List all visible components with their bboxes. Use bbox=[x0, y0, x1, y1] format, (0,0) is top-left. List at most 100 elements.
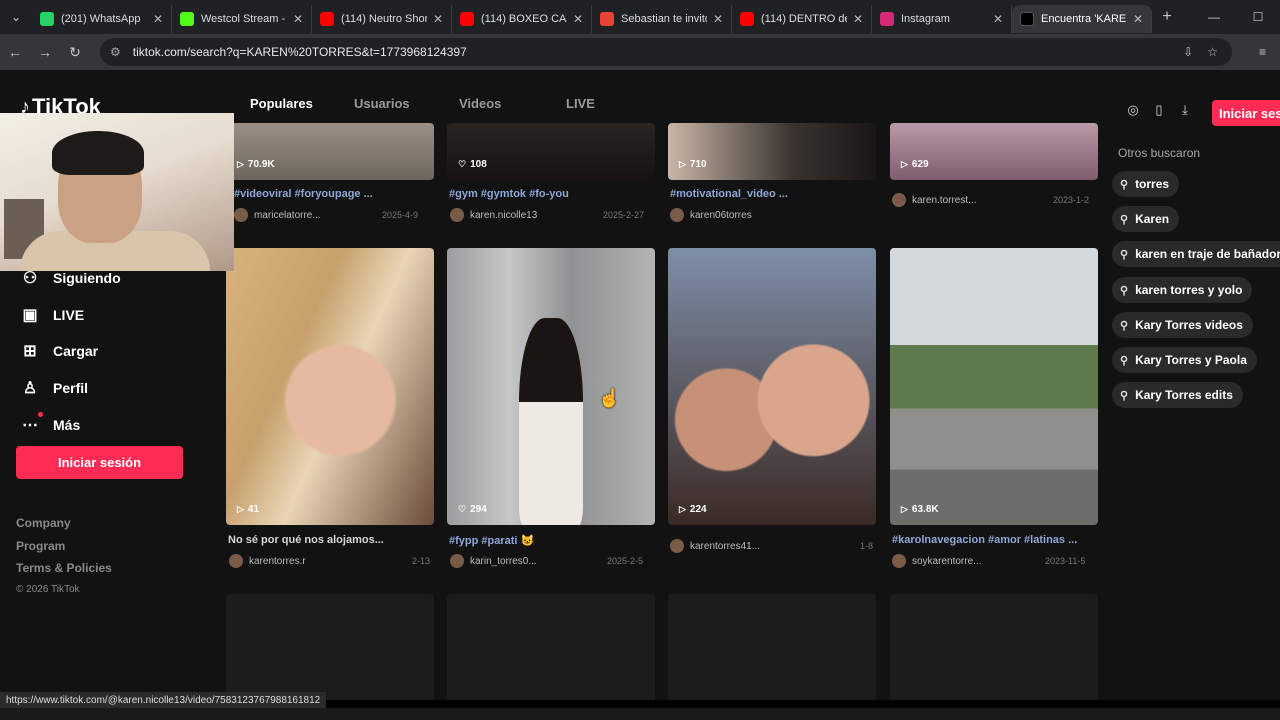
close-tab-icon[interactable]: ✕ bbox=[573, 12, 583, 26]
related-search-chip[interactable]: ⚲ Karen bbox=[1112, 206, 1180, 232]
view-count: ♡ 294 bbox=[458, 504, 487, 515]
maximize-icon[interactable]: ☐ bbox=[1236, 10, 1280, 24]
close-tab-icon[interactable]: ✕ bbox=[153, 12, 163, 26]
browser-tab[interactable]: Instagram ✕ bbox=[872, 5, 1012, 33]
video-caption[interactable]: No sé por qué nos alojamos... bbox=[228, 534, 428, 546]
video-date: 2025-4-9 bbox=[382, 210, 419, 220]
browser-tab-active[interactable]: Encuentra 'KAREN ✕ bbox=[1012, 5, 1152, 33]
avatar bbox=[670, 539, 684, 553]
related-search-chip[interactable]: ⚲ karen torres y yolo bbox=[1112, 277, 1253, 303]
tab-usuarios[interactable]: Usuarios bbox=[354, 96, 459, 111]
minimize-icon[interactable]: — bbox=[1192, 10, 1236, 24]
site-info-icon[interactable]: ⚙ bbox=[110, 45, 121, 59]
heart-icon: ♡ bbox=[458, 504, 467, 514]
video-author[interactable]: soykarentorre... bbox=[892, 554, 981, 568]
video-caption[interactable]: #gym #gymtok #fo-you bbox=[449, 188, 649, 200]
forward-icon[interactable]: → bbox=[30, 44, 60, 60]
browser-tab-bar: ⌄ (201) WhatsApp ✕ Westcol Stream - ✕ (11… bbox=[0, 0, 1280, 34]
bookmark-star-icon[interactable]: ☆ bbox=[1207, 45, 1218, 59]
related-search-chip[interactable]: ⚲ Kary Torres edits bbox=[1112, 382, 1243, 408]
avatar bbox=[450, 554, 464, 568]
video-thumbnail[interactable] bbox=[447, 248, 655, 525]
video-thumbnail[interactable] bbox=[668, 123, 876, 180]
nav-cargar[interactable]: ⊞ Cargar bbox=[0, 333, 210, 370]
os-taskbar bbox=[0, 708, 1280, 720]
view-count: ▷ 224 bbox=[679, 504, 707, 515]
reload-icon[interactable]: ↻ bbox=[60, 44, 90, 61]
video-caption[interactable]: #karolnavegacion #amor #latinas ... bbox=[892, 534, 1092, 546]
avatar bbox=[670, 208, 684, 222]
avatar bbox=[892, 193, 906, 207]
kick-icon bbox=[180, 12, 194, 26]
back-icon[interactable]: ← bbox=[0, 44, 30, 60]
coin-icon[interactable]: ◎ bbox=[1120, 102, 1146, 118]
browser-tab[interactable]: (114) DENTRO de ✕ bbox=[732, 5, 872, 33]
profile-icon: ♙ bbox=[22, 380, 38, 398]
close-tab-icon[interactable]: ✕ bbox=[713, 12, 723, 26]
url-text[interactable]: tiktok.com/search?q=KAREN%20TORRES&t=177… bbox=[133, 45, 1183, 59]
search-icon: ⚲ bbox=[1120, 248, 1129, 261]
video-thumbnail[interactable] bbox=[447, 123, 655, 180]
extensions-icon[interactable]: ≡ bbox=[1259, 45, 1266, 59]
gmail-icon bbox=[600, 12, 614, 26]
youtube-icon bbox=[460, 12, 474, 26]
view-count: ▷ 70.9K bbox=[237, 159, 275, 170]
video-author[interactable]: karen.nicolle13 bbox=[450, 208, 537, 222]
video-thumbnail[interactable] bbox=[226, 248, 434, 525]
header-login-button[interactable]: Iniciar sesión bbox=[1212, 100, 1280, 126]
browser-tab[interactable]: (114) BOXEO CAL ✕ bbox=[452, 5, 592, 33]
video-caption[interactable]: #motivational_video ... bbox=[670, 188, 870, 200]
side-nav: ⚇ Siguiendo ▣ LIVE ⊞ Cargar ♙ Perfil ⋯ Más bbox=[0, 260, 210, 443]
download-icon[interactable]: ⤓ bbox=[1172, 102, 1198, 118]
url-field[interactable]: ⚙ tiktok.com/search?q=KAREN%20TORRES&t=1… bbox=[100, 38, 1232, 66]
view-count: ▷ 629 bbox=[901, 159, 929, 170]
tab-videos[interactable]: Videos bbox=[459, 96, 566, 111]
install-app-icon[interactable]: ⇩ bbox=[1183, 45, 1193, 59]
video-author[interactable]: karen06torres bbox=[670, 208, 752, 222]
video-thumbnail[interactable] bbox=[226, 123, 434, 180]
video-thumbnail[interactable] bbox=[890, 123, 1098, 180]
tab-live[interactable]: LIVE bbox=[566, 96, 595, 111]
related-search-chip[interactable]: ⚲ karen en traje de bañador bbox=[1112, 241, 1280, 267]
nav-perfil[interactable]: ♙ Perfil bbox=[0, 370, 210, 407]
browser-tab[interactable]: (114) Neutro Shor ✕ bbox=[312, 5, 452, 33]
video-author[interactable]: maricelatorre... bbox=[234, 208, 321, 222]
video-author[interactable]: karen.torrest... bbox=[892, 193, 976, 207]
close-tab-icon[interactable]: ✕ bbox=[993, 12, 1003, 26]
close-tab-icon[interactable]: ✕ bbox=[433, 12, 443, 26]
related-search-chip[interactable]: ⚲ torres bbox=[1112, 171, 1180, 197]
new-tab-button[interactable]: + bbox=[1152, 8, 1182, 26]
video-thumbnail[interactable] bbox=[668, 248, 876, 525]
close-tab-icon[interactable]: ✕ bbox=[1133, 12, 1143, 26]
video-author[interactable]: karentorres.r bbox=[229, 554, 306, 568]
video-placeholder bbox=[226, 594, 434, 700]
video-date: 2023-11-5 bbox=[1045, 556, 1086, 566]
footer-program[interactable]: Program bbox=[16, 539, 112, 562]
footer-company[interactable]: Company bbox=[16, 516, 112, 539]
video-caption[interactable]: #videoviral #foryoupage ... bbox=[234, 188, 434, 200]
video-thumbnail[interactable] bbox=[890, 248, 1098, 525]
mobile-app-icon[interactable]: ▯ bbox=[1146, 102, 1172, 118]
footer-terms[interactable]: Terms & Policies bbox=[16, 561, 112, 584]
video-caption[interactable]: #fypp #parati 😺 bbox=[449, 534, 649, 547]
browser-tab[interactable]: Westcol Stream - ✕ bbox=[172, 5, 312, 33]
browser-tab[interactable]: (201) WhatsApp ✕ bbox=[32, 5, 172, 33]
video-author[interactable]: karentorres41... bbox=[670, 539, 760, 553]
tab-populares[interactable]: Populares bbox=[250, 96, 354, 111]
close-tab-icon[interactable]: ✕ bbox=[293, 12, 303, 26]
login-button[interactable]: Iniciar sesión bbox=[16, 446, 183, 479]
play-icon: ▷ bbox=[679, 159, 686, 169]
view-count: ▷ 41 bbox=[237, 504, 260, 515]
related-search-chip[interactable]: ⚲ Kary Torres y Paola bbox=[1112, 347, 1257, 373]
tiktok-icon bbox=[1020, 12, 1034, 26]
search-icon: ⚲ bbox=[1120, 213, 1129, 226]
search-icon: ⚲ bbox=[1120, 354, 1129, 367]
close-tab-icon[interactable]: ✕ bbox=[853, 12, 863, 26]
video-author[interactable]: karin_torres0... bbox=[450, 554, 537, 568]
nav-live[interactable]: ▣ LIVE bbox=[0, 297, 210, 334]
tab-search-icon[interactable]: ⌄ bbox=[0, 0, 32, 34]
nav-mas[interactable]: ⋯ Más bbox=[0, 406, 210, 443]
related-search-chip[interactable]: ⚲ Kary Torres videos bbox=[1112, 312, 1253, 338]
browser-tab[interactable]: Sebastian te invitó ✕ bbox=[592, 5, 732, 33]
live-icon: ▣ bbox=[22, 306, 38, 324]
